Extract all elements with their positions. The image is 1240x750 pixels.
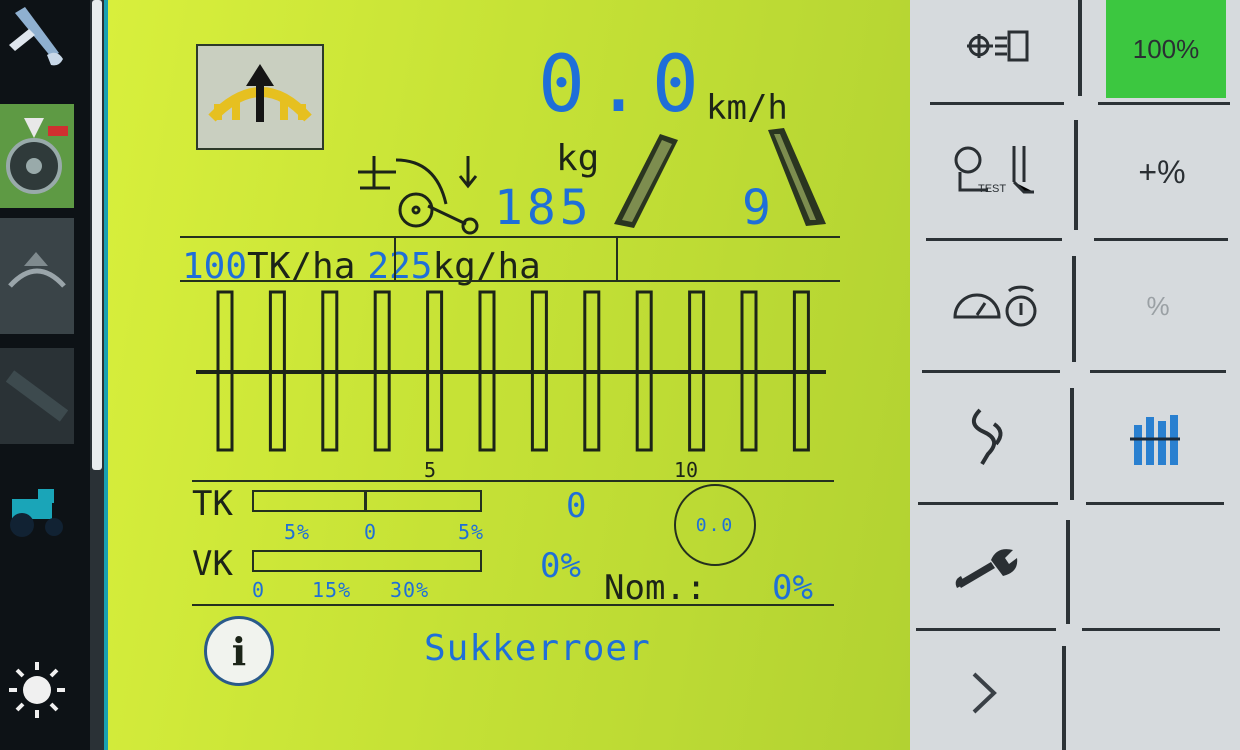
divider: [180, 280, 840, 282]
spread-up-icon: [208, 64, 312, 122]
vk-scale-max: 30%: [390, 578, 430, 602]
light-icon: [967, 30, 1029, 62]
softkey-panel: 100% TEST +% %: [910, 0, 1240, 750]
tk-scale-min: 5%: [284, 520, 311, 544]
flow-gauge: 0.0: [674, 484, 756, 566]
hopper-value: 185: [494, 180, 593, 236]
tk-scale-mid: 0: [364, 520, 378, 544]
nominal-value: 0%: [772, 568, 813, 608]
vk-value: 0%: [540, 546, 581, 586]
minus-percent-button[interactable]: %: [1090, 246, 1226, 366]
fertilizer-icon[interactable]: [0, 218, 74, 334]
next-page-button[interactable]: [914, 636, 1054, 750]
empty-softkey: [1082, 510, 1222, 624]
wrench-icon[interactable]: [0, 0, 74, 80]
scrollbar-thumb[interactable]: [92, 0, 102, 470]
rate-100-percent-button[interactable]: 100%: [1106, 0, 1226, 98]
section-tick-5: 5: [424, 458, 437, 482]
test-label: TEST: [978, 183, 1006, 195]
info-button[interactable]: i: [204, 616, 274, 686]
tk-scale-max: 5%: [458, 520, 485, 544]
navigation-icon[interactable]: [0, 104, 74, 208]
divider: [192, 604, 834, 606]
left-toolbar: [0, 0, 104, 750]
plus-percent-button[interactable]: +%: [1094, 110, 1230, 234]
reset-percent-label: %: [1146, 290, 1170, 321]
right-boom-value: 9: [742, 180, 771, 236]
tk-bar-marker: [364, 492, 367, 510]
calibration-test-button[interactable]: TEST: [928, 110, 1068, 234]
brightness-icon[interactable]: [0, 650, 74, 730]
main-display: 0.0 km/h kg 185 9 10 0 TK/ha 225 kg/ha 5 …: [104, 0, 910, 750]
vk-scale-min: 0: [252, 578, 266, 602]
tk-label: TK: [192, 484, 233, 524]
spread-mode-button[interactable]: [196, 44, 324, 150]
nominal-label: Nom.:: [604, 568, 707, 608]
field-icon[interactable]: [0, 348, 74, 444]
wrench-icon: [955, 549, 1018, 588]
work-light-button[interactable]: [930, 0, 1070, 96]
left-scrollbar[interactable]: [90, 0, 104, 750]
boom-sections: [196, 290, 826, 452]
spreader-icon: [356, 148, 486, 242]
vk-scale-mid: 15%: [312, 578, 352, 602]
hopper-label: kg: [556, 138, 600, 179]
speed-calibration-button[interactable]: [924, 246, 1064, 366]
section-bars-icon: [1130, 415, 1180, 465]
hydraulic-icon: [972, 408, 1003, 466]
section-tick-10: 10: [674, 458, 699, 482]
hydraulic-button[interactable]: [920, 380, 1060, 498]
vk-bar: [252, 550, 482, 572]
speed-value: 0.0: [538, 40, 709, 130]
divider: [180, 236, 840, 238]
crop-name: Sukkerroer: [424, 628, 651, 669]
divider: [394, 236, 396, 282]
tk-value: 0: [566, 486, 587, 526]
empty-softkey: [1080, 636, 1220, 750]
calibration-test-icon: TEST: [954, 146, 1034, 195]
speed-wheel-icon: [953, 285, 1037, 327]
divider: [192, 480, 834, 482]
app-root: 0.0 km/h kg 185 9 10 0 TK/ha 225 kg/ha 5 …: [0, 0, 1240, 750]
next-arrow-icon: [972, 672, 997, 714]
vk-label: VK: [192, 544, 233, 584]
left-boom-icon: [614, 134, 678, 228]
settings-button[interactable]: [916, 510, 1056, 624]
divider: [616, 236, 618, 282]
speed-unit: km/h: [706, 88, 788, 128]
section-control-button[interactable]: [1086, 380, 1224, 498]
tractor-icon[interactable]: [0, 470, 74, 560]
tk-bar: [252, 490, 482, 512]
